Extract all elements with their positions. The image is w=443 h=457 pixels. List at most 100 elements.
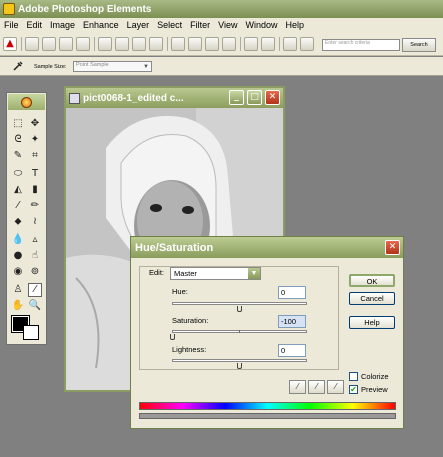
redo-icon[interactable]	[261, 36, 275, 51]
menu-edit[interactable]: Edit	[23, 20, 47, 30]
brush-tool-icon[interactable]: ⁄	[11, 199, 25, 213]
sun-logo-icon	[21, 96, 32, 108]
close-icon[interactable]: ✕	[265, 90, 280, 105]
hue-slider-track[interactable]	[172, 302, 307, 305]
online-services-icon[interactable]	[149, 36, 163, 51]
eyedropper-icon[interactable]: ⁄	[289, 380, 306, 394]
shape-tool-icon[interactable]: ⬭	[11, 167, 25, 181]
move-tool-icon[interactable]: ✥	[28, 117, 42, 131]
print-icon[interactable]	[115, 36, 129, 51]
stamp-tool-icon[interactable]: ♙	[11, 283, 25, 297]
app-title: Adobe Photoshop Elements	[18, 3, 152, 15]
colorize-checkbox[interactable]	[349, 372, 358, 381]
new-file-icon[interactable]	[25, 36, 39, 51]
sample-size-select[interactable]: Point Sample ▼	[73, 61, 152, 72]
chevron-down-icon: ▼	[248, 268, 260, 279]
gradient-tool-icon[interactable]: ▮	[28, 183, 42, 197]
type-tool-icon[interactable]: T	[28, 167, 42, 181]
hue-slider-thumb[interactable]	[237, 306, 242, 312]
eraser-tool-icon[interactable]: ⬥	[11, 215, 25, 229]
toolbar-divider	[94, 36, 95, 51]
undo-icon[interactable]	[244, 36, 258, 51]
crop-tool-icon[interactable]: ⌗	[28, 149, 42, 163]
browse-icon[interactable]	[59, 36, 73, 51]
toolbar-divider	[21, 36, 22, 51]
hints-icon[interactable]	[283, 36, 297, 51]
impressionist-brush-tool-icon[interactable]: ≀	[28, 215, 42, 229]
toolbox-header[interactable]	[8, 94, 45, 110]
red-eye-tool-icon[interactable]: ◉	[11, 265, 25, 279]
app-title-bar: Adobe Photoshop Elements	[0, 0, 443, 18]
saturation-center-tick	[239, 330, 240, 333]
hue-field[interactable]: 0	[278, 286, 306, 299]
photoshop-elements-logo-icon	[3, 3, 15, 15]
preview-checkbox[interactable]: ✔	[349, 385, 358, 394]
close-icon[interactable]: ✕	[385, 240, 400, 255]
cancel-button[interactable]: Cancel	[349, 292, 395, 305]
hue-saturation-dialog: Hue/Saturation ✕ Edit: Master ▼ Hue: 0 S…	[130, 236, 404, 429]
search-input[interactable]: Enter search criteria	[322, 39, 400, 51]
tools-icon[interactable]	[188, 36, 202, 51]
background-color-swatch[interactable]	[23, 325, 39, 340]
magic-wand-tool-icon[interactable]: ✦	[28, 133, 42, 147]
menu-window[interactable]: Window	[241, 20, 281, 30]
toolbar-divider	[167, 36, 168, 51]
blur-tool-icon[interactable]: 💧	[11, 233, 25, 247]
clone-stamp-tool-icon[interactable]: ⊚	[28, 265, 42, 279]
input-color-spectrum-bar	[139, 402, 396, 410]
adobe-logo-icon[interactable]: ▲	[3, 36, 17, 51]
saturation-slider-thumb[interactable]	[170, 334, 175, 340]
menu-filter[interactable]: Filter	[186, 20, 214, 30]
menu-layer[interactable]: Layer	[123, 20, 154, 30]
pencil-tool-icon[interactable]: ✏	[28, 199, 42, 213]
sponge-tool-icon[interactable]: ●	[11, 249, 25, 263]
selection-brush-tool-icon[interactable]: ✎	[11, 149, 25, 163]
lightness-slider-track[interactable]	[172, 359, 307, 362]
import-icon[interactable]	[76, 36, 90, 51]
edit-label: Edit:	[149, 268, 165, 277]
eyedropper-option-icon[interactable]	[12, 60, 24, 72]
help-arrow-icon[interactable]	[300, 36, 314, 51]
paint-bucket-tool-icon[interactable]: ◭	[11, 183, 25, 197]
menu-image[interactable]: Image	[46, 20, 79, 30]
menu-view[interactable]: View	[214, 20, 241, 30]
menu-help[interactable]: Help	[281, 20, 308, 30]
smudge-tool-icon[interactable]: ☝	[28, 249, 42, 263]
email-icon[interactable]	[132, 36, 146, 51]
eyedropper-plus-icon[interactable]: ⁄	[308, 380, 325, 394]
menu-file[interactable]: File	[0, 20, 23, 30]
sample-size-label: Sample Size:	[34, 64, 67, 70]
hue-label: Hue:	[172, 287, 188, 296]
step-forward-icon[interactable]	[222, 36, 236, 51]
maximize-icon[interactable]: □	[247, 90, 262, 105]
hand-tool-icon[interactable]: ✋	[11, 299, 25, 313]
zoom-tool-icon[interactable]: 🔍	[28, 299, 42, 313]
lasso-tool-icon[interactable]: ᘓ	[11, 133, 25, 147]
search-button[interactable]: Search	[402, 38, 436, 52]
help-button[interactable]: Help	[349, 316, 395, 329]
menu-select[interactable]: Select	[153, 20, 186, 30]
sharpen-tool-icon[interactable]: ▵	[28, 233, 42, 247]
lightness-label: Lightness:	[172, 345, 207, 354]
quick-fix-icon[interactable]	[171, 36, 185, 51]
save-icon[interactable]	[98, 36, 112, 51]
menu-enhance[interactable]: Enhance	[79, 20, 123, 30]
document-title: pict0068-1_edited c...	[83, 92, 184, 104]
ok-button[interactable]: OK	[349, 274, 395, 287]
saturation-field[interactable]: -100	[278, 315, 306, 328]
open-file-icon[interactable]	[42, 36, 56, 51]
step-backward-icon[interactable]	[205, 36, 219, 51]
minimize-icon[interactable]: _	[229, 90, 244, 105]
dialog-title: Hue/Saturation	[135, 241, 214, 254]
output-color-bar	[139, 413, 396, 419]
options-bar	[0, 57, 443, 76]
menu-bar: File Edit Image Enhance Layer Select Fil…	[0, 18, 443, 32]
marquee-tool-icon[interactable]: ⬚	[11, 117, 25, 131]
eyedropper-minus-icon[interactable]: ⁄	[327, 380, 344, 394]
saturation-label: Saturation:	[172, 316, 209, 325]
lightness-slider-thumb[interactable]	[237, 363, 242, 369]
dialog-title-bar[interactable]: Hue/Saturation ✕	[131, 237, 403, 258]
edit-select[interactable]: Master ▼	[170, 267, 261, 280]
lightness-field[interactable]: 0	[278, 344, 306, 357]
eyedropper-tool-icon[interactable]: ⁄	[28, 283, 42, 297]
